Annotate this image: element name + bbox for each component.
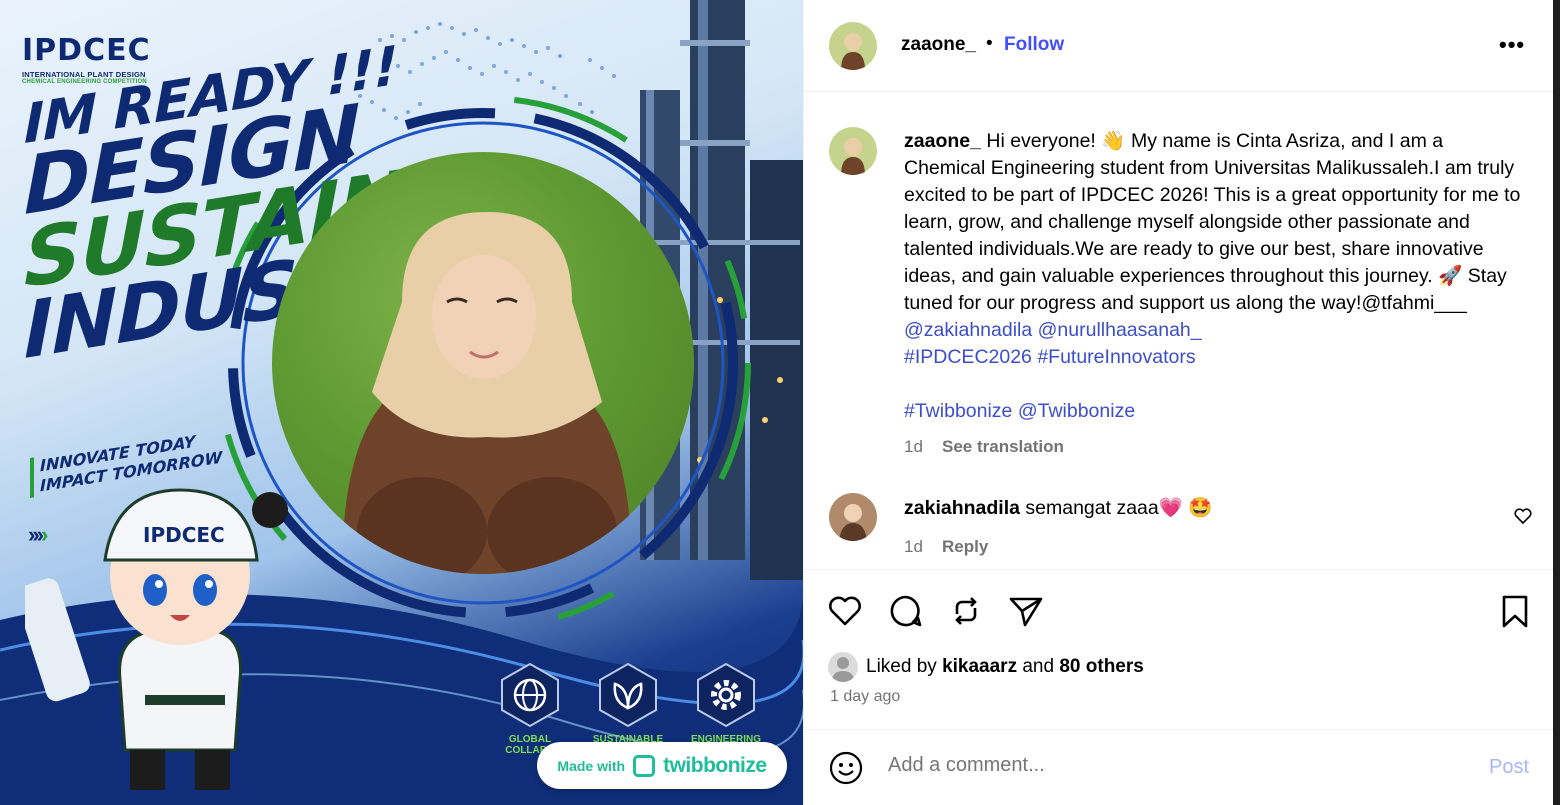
profile-photo bbox=[272, 152, 694, 574]
post-panel: zaaone_ • Follow ••• zaaone_ Hi everyone… bbox=[803, 0, 1553, 805]
comment-like-icon[interactable] bbox=[1513, 506, 1533, 526]
made-with-label: Made with bbox=[557, 757, 626, 774]
caption-avatar[interactable] bbox=[829, 127, 877, 175]
post-comment-button[interactable]: Post bbox=[1489, 756, 1529, 779]
gear-icon bbox=[695, 662, 757, 728]
comment-composer: Post bbox=[804, 729, 1553, 805]
caption-text: Hi everyone! 👋 My name is Cinta Asriza, … bbox=[904, 130, 1521, 314]
comment-input[interactable] bbox=[888, 754, 1448, 777]
post-timestamp[interactable]: 1 day ago bbox=[830, 688, 900, 706]
see-translation-button[interactable]: See translation bbox=[942, 437, 1064, 457]
comment-username[interactable]: zakiahnadila bbox=[904, 497, 1020, 519]
caption-time[interactable]: 1d bbox=[904, 437, 923, 457]
caption-hashtags[interactable]: #IPDCEC2026 #FutureInnovators bbox=[904, 346, 1196, 368]
mascot-illustration: IPDCEC bbox=[25, 488, 288, 790]
action-bar bbox=[804, 569, 1553, 628]
caption-username[interactable]: zaaone_ bbox=[904, 130, 981, 152]
twibbonize-badge[interactable]: Made with twibbonize bbox=[537, 742, 787, 789]
twibbonize-logo-icon bbox=[633, 754, 656, 777]
mascot-badge: IPDCEC bbox=[143, 523, 225, 547]
brand-name-part1: IPD bbox=[22, 33, 84, 68]
author-avatar[interactable] bbox=[829, 22, 877, 70]
emoji-icon[interactable] bbox=[828, 750, 864, 786]
liker-avatar[interactable] bbox=[828, 652, 858, 682]
person-illustration bbox=[342, 212, 632, 574]
window-edge bbox=[1553, 0, 1560, 805]
like-heart-icon[interactable] bbox=[826, 592, 864, 630]
twibbonize-brand: twibbonize bbox=[663, 753, 767, 777]
likes-prefix: Liked by bbox=[866, 656, 937, 677]
comment-time[interactable]: 1d bbox=[904, 537, 923, 557]
caption-mentions[interactable]: @zakiahnadila @nurullhaasanah_ bbox=[904, 319, 1202, 341]
post-caption: zaaone_ Hi everyone! 👋 My name is Cinta … bbox=[904, 128, 1529, 425]
share-send-icon[interactable] bbox=[1007, 592, 1045, 630]
repost-icon[interactable] bbox=[947, 592, 985, 630]
post-image[interactable]: IPDCEC INTERNATIONAL PLANT DESIGN CHEMIC… bbox=[0, 0, 803, 805]
brand-name-part2: CEC bbox=[83, 33, 151, 68]
commenter-avatar[interactable] bbox=[829, 493, 877, 541]
comment-body: zakiahnadila semangat zaaa💗 🤩 bbox=[904, 495, 1529, 522]
likes-summary[interactable]: Liked by kikaaarz and 80 others bbox=[866, 656, 1144, 678]
leaf-icon bbox=[597, 662, 659, 728]
likes-user[interactable]: kikaaarz bbox=[942, 656, 1017, 677]
save-bookmark-icon[interactable] bbox=[1496, 592, 1534, 630]
post-header: zaaone_ • Follow ••• bbox=[804, 0, 1553, 92]
likes-middle: and bbox=[1022, 656, 1055, 677]
author-username[interactable]: zaaone_ bbox=[901, 34, 976, 56]
likes-count[interactable]: 80 others bbox=[1059, 656, 1143, 677]
more-options-icon[interactable]: ••• bbox=[1499, 32, 1525, 58]
caption-hashtags-twibbonize[interactable]: #Twibbonize @Twibbonize bbox=[904, 400, 1135, 422]
globe-icon bbox=[499, 662, 561, 728]
separator-dot: • bbox=[986, 33, 993, 54]
comment-text: semangat zaaa💗 🤩 bbox=[1025, 497, 1213, 519]
follow-button[interactable]: Follow bbox=[1004, 34, 1064, 56]
reply-button[interactable]: Reply bbox=[942, 537, 988, 557]
comment-bubble-icon[interactable] bbox=[887, 592, 925, 630]
